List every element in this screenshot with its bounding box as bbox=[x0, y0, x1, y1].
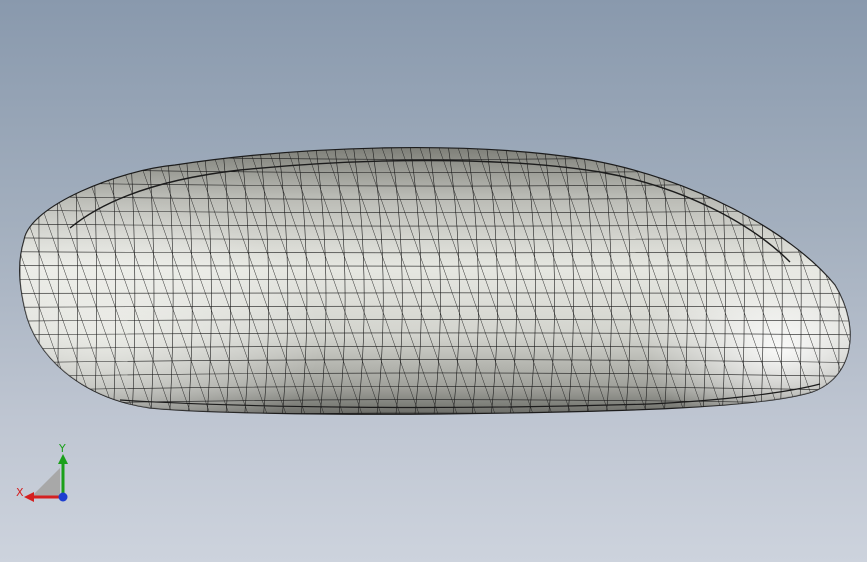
mesh-edge bbox=[836, 147, 851, 415]
mesh-edge bbox=[20, 141, 858, 146]
y-axis-label: Y bbox=[59, 442, 66, 455]
axis-triad: X Y bbox=[10, 438, 80, 513]
model-view[interactable] bbox=[0, 0, 867, 562]
z-axis-dot bbox=[58, 492, 68, 502]
graphics-viewport[interactable]: X Y bbox=[0, 0, 867, 562]
mesh-edge bbox=[856, 145, 867, 414]
triad-plane bbox=[32, 468, 60, 496]
x-axis-label: X bbox=[16, 486, 24, 499]
right-end-highlight bbox=[19, 147, 851, 415]
mesh-edge bbox=[0, 145, 1, 414]
x-axis-arrowhead bbox=[24, 492, 34, 502]
triad-graphic bbox=[24, 454, 68, 502]
y-axis-arrowhead bbox=[58, 454, 68, 464]
mesh-edge bbox=[19, 147, 21, 415]
